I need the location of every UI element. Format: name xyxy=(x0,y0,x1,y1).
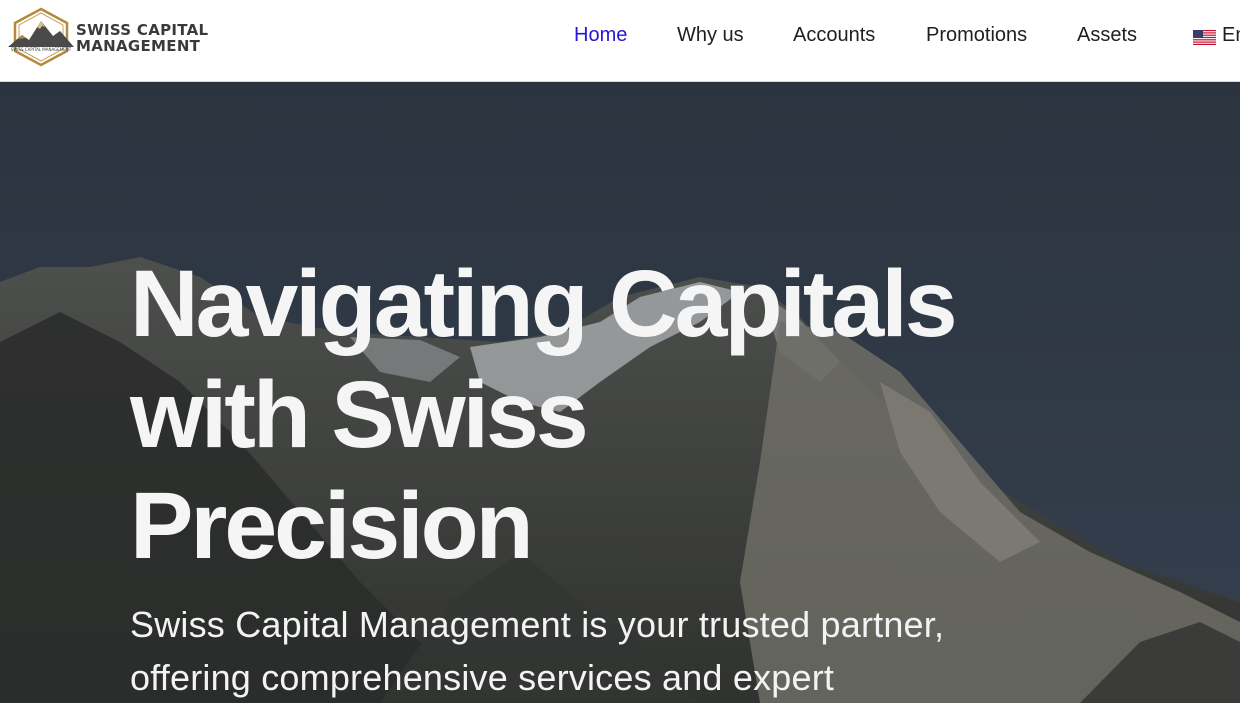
hero-title: Navigating Capitals with Swiss Precision xyxy=(130,249,1030,582)
language-label: En xyxy=(1222,24,1240,46)
top-navbar: SWISS CAPITAL MANAGEMENT SWISS CAPITAL M… xyxy=(0,0,1240,82)
hero-subtitle-line: Swiss Capital Management is your trusted… xyxy=(130,604,945,645)
brand-name-line2: MANAGEMENT xyxy=(76,37,201,55)
brand-badge-text: SWISS CAPITAL MANAGEMENT xyxy=(11,47,72,52)
hero-subtitle: Swiss Capital Management is your trusted… xyxy=(130,598,1010,703)
hero-title-line: Navigating Capitals xyxy=(130,251,958,357)
brand-name-line1: SWISS CAPITAL xyxy=(76,21,209,39)
nav-accounts-link[interactable]: Accounts xyxy=(793,24,875,47)
us-flag-icon xyxy=(1193,30,1216,45)
hero-subtitle-line: offering comprehensive services and expe… xyxy=(130,657,835,698)
nav-assets-link[interactable]: Assets xyxy=(1077,24,1137,47)
nav-home-link[interactable]: Home xyxy=(574,24,627,47)
hero-section: Navigating Capitals with Swiss Precision… xyxy=(0,82,1240,703)
nav-why-us-link[interactable]: Why us xyxy=(677,24,744,47)
hero-title-line: Precision xyxy=(130,473,534,579)
brand-logo-badge-icon: SWISS CAPITAL MANAGEMENT xyxy=(8,7,74,67)
brand-name: SWISS CAPITAL MANAGEMENT xyxy=(76,22,208,54)
brand-logo[interactable]: SWISS CAPITAL MANAGEMENT SWISS CAPITAL M… xyxy=(8,7,208,67)
hero-title-line: with Swiss xyxy=(130,362,589,468)
nav-promotions-link[interactable]: Promotions xyxy=(926,24,1027,47)
